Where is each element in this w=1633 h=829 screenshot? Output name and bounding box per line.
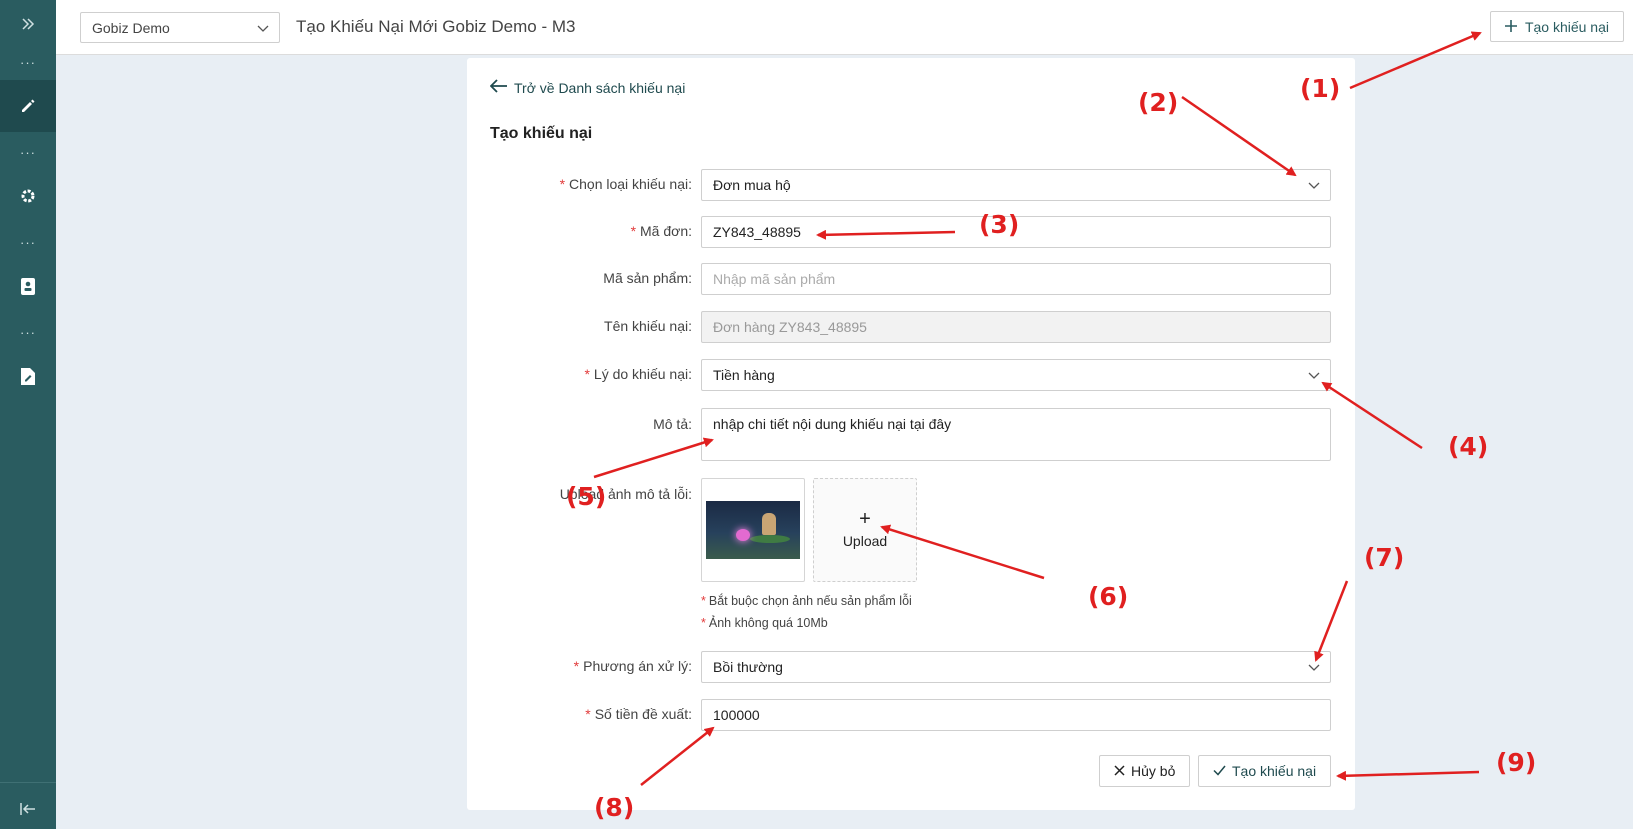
annotation-3: (3) <box>979 210 1020 239</box>
annotation-1: (1) <box>1300 74 1341 103</box>
annotation-6: (6) <box>1088 582 1129 611</box>
annotation-8: (8) <box>594 793 635 822</box>
annotation-5: (5) <box>566 482 607 511</box>
annotation-7: (7) <box>1364 543 1405 572</box>
annotation-arrows <box>593 31 1482 786</box>
annotation-2: (2) <box>1138 88 1179 117</box>
annotation-4: (4) <box>1448 432 1489 461</box>
annotation-9: (9) <box>1496 748 1537 777</box>
